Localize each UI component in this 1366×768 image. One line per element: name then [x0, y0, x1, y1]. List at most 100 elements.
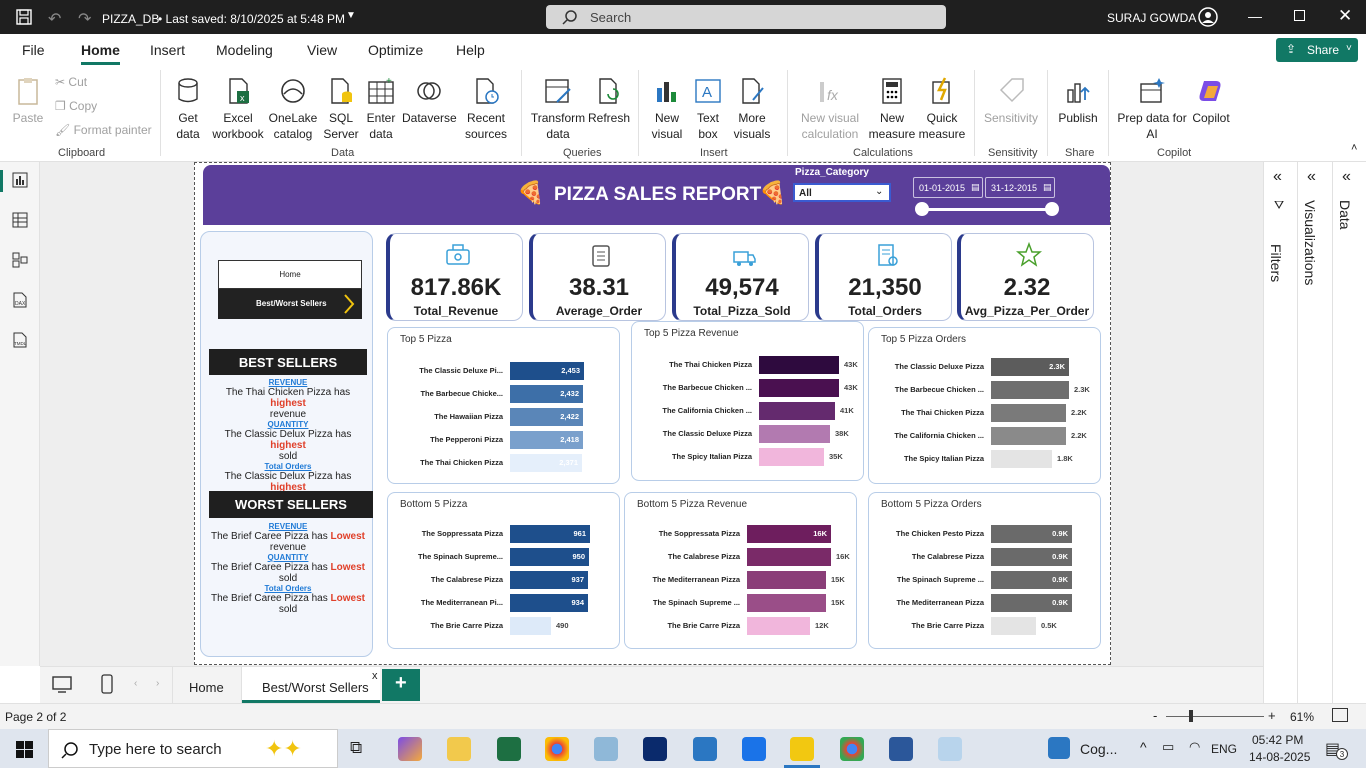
bar[interactable] [747, 594, 826, 612]
bar-row[interactable]: The Barbecue Chicken ... 2.3K [869, 381, 1100, 399]
network-icon[interactable]: ▭ [1162, 739, 1174, 755]
menu-file[interactable]: File [22, 42, 45, 58]
bar[interactable] [759, 379, 839, 397]
copilot-taskbar-icon[interactable] [398, 737, 422, 761]
search-box[interactable]: Search [546, 5, 946, 29]
bar-row[interactable]: The Thai Chicken Pizza 2.2K [869, 404, 1100, 422]
bar-row[interactable]: The Pepperoni Pizza 2,418 [388, 431, 619, 449]
sensitivity-button[interactable]: Sensitivity [982, 76, 1040, 126]
sql-button[interactable]: SQL Server [322, 76, 360, 142]
power-bi-icon[interactable] [790, 737, 814, 761]
menu-modeling[interactable]: Modeling [216, 42, 273, 58]
new-visual-calc-button[interactable]: fx New visual calculation [795, 76, 865, 142]
bar-row[interactable]: The Brie Carre Pizza 0.5K [869, 617, 1100, 635]
copy-button[interactable]: ❐ Copy [55, 98, 97, 114]
chart-bottom5-pizza-orders[interactable]: Bottom 5 Pizza Orders The Chicken Pesto P… [868, 492, 1101, 649]
bar-row[interactable]: The Classic Deluxe Pizza 2.3K [869, 358, 1100, 376]
transform-data-button[interactable]: Transform data [530, 76, 586, 142]
bar[interactable] [759, 448, 824, 466]
bar-row[interactable]: The Thai Chicken Pizza 2,371 [388, 454, 619, 472]
windows-start-icon[interactable] [16, 741, 33, 758]
redo-icon[interactable]: ↷ [78, 9, 91, 29]
bar-row[interactable]: The Classic Deluxe Pi... 2,453 [388, 362, 619, 380]
tmdl-view-icon[interactable]: TMDL [12, 332, 28, 348]
new-visual-button[interactable]: New visual [646, 76, 688, 142]
get-data-button[interactable]: Get data [168, 76, 208, 142]
excel-taskbar-icon[interactable] [497, 737, 521, 761]
bar[interactable] [759, 356, 839, 374]
bar-row[interactable]: The Brie Carre Pizza 12K [625, 617, 856, 635]
kpi-avg-pizza-per-order[interactable]: 2.32 Avg_Pizza_Per_Order [957, 233, 1094, 321]
publish-button[interactable]: Publish [1056, 76, 1100, 126]
bar-row[interactable]: The Spicy Italian Pizza 35K [632, 448, 863, 466]
onelake-button[interactable]: OneLake catalog [266, 76, 320, 142]
bar-row[interactable]: The Calabrese Pizza 937 [388, 571, 619, 589]
quick-measure-button[interactable]: Quick measure [918, 76, 966, 142]
text-box-button[interactable]: A Text box [690, 76, 726, 142]
bar[interactable] [510, 617, 551, 635]
menu-insert[interactable]: Insert [150, 42, 185, 58]
data-pane[interactable]: « Data [1333, 162, 1366, 703]
paste-button[interactable]: Paste [8, 76, 48, 126]
zoom-in-icon[interactable]: + [1268, 708, 1276, 723]
chevrons-left-icon[interactable]: « [1307, 168, 1316, 186]
chart-top5-pizza[interactable]: Top 5 Pizza The Classic Deluxe Pi... 2,453… [387, 327, 620, 484]
refresh-button[interactable]: Refresh [588, 76, 630, 126]
date-start-field[interactable]: 01-01-2015 ▤ [913, 177, 983, 198]
bar[interactable] [747, 571, 826, 589]
bar[interactable] [747, 617, 810, 635]
nav-home-button[interactable]: Home [218, 260, 362, 289]
tab-best-worst-sellers[interactable]: Best/Worst Sellers x [242, 667, 380, 703]
recent-sources-button[interactable]: Recent sources [458, 76, 514, 142]
cut-button[interactable]: ✂ Cut [55, 74, 87, 90]
more-visuals-button[interactable]: More visuals [728, 76, 776, 142]
menu-home[interactable]: Home [81, 42, 120, 58]
chevron-down-icon[interactable]: ▼ [346, 10, 356, 21]
bar-row[interactable]: The California Chicken ... 2.2K [869, 427, 1100, 445]
kpi-total-pizza-sold[interactable]: 49,574 Total_Pizza_Sold [672, 233, 809, 321]
bar[interactable] [991, 427, 1066, 445]
bar[interactable] [991, 450, 1052, 468]
enter-data-button[interactable]: + Enter data [362, 76, 400, 142]
user-name[interactable]: SURAJ GOWDA [1107, 11, 1196, 25]
bar-row[interactable]: The Mediterranean Pizza 15K [625, 571, 856, 589]
date-slider-start-handle[interactable] [915, 202, 929, 216]
minimize-icon[interactable]: — [1248, 8, 1262, 24]
bar-row[interactable]: The Barbecue Chicken ... 43K [632, 379, 863, 397]
bar-row[interactable]: The Spinach Supreme ... 15K [625, 594, 856, 612]
dataverse-button[interactable]: Dataverse [402, 76, 457, 126]
app-icon[interactable] [742, 737, 766, 761]
language-indicator[interactable]: ENG [1211, 742, 1237, 756]
bar-row[interactable]: The Mediterranean Pizza 0.9K [869, 594, 1100, 612]
chart-top5-pizza-orders[interactable]: Top 5 Pizza Orders The Classic Deluxe Piz… [868, 327, 1101, 484]
bar-row[interactable]: The Mediterranean Pi... 934 [388, 594, 619, 612]
bar[interactable] [759, 402, 835, 420]
app-icon[interactable] [594, 737, 618, 761]
close-tab-icon[interactable]: x [372, 670, 378, 682]
prep-ai-button[interactable]: Prep data for AI [1116, 76, 1188, 142]
paint-icon[interactable] [938, 737, 962, 761]
bar-row[interactable]: The Chicken Pesto Pizza 0.9K [869, 525, 1100, 543]
copilot-button[interactable]: Copilot [1190, 76, 1232, 126]
chart-bottom5-pizza-revenue[interactable]: Bottom 5 Pizza Revenue The Soppressata Pi… [624, 492, 857, 649]
undo-icon[interactable]: ↶ [48, 9, 61, 29]
task-view-icon[interactable]: ⧉ [350, 738, 362, 758]
chart-top5-pizza-revenue[interactable]: Top 5 Pizza Revenue The Thai Chicken Pizz… [631, 321, 864, 481]
chevrons-left-icon[interactable]: « [1342, 168, 1351, 186]
menu-view[interactable]: View [307, 42, 337, 58]
bar-row[interactable]: The Brie Carre Pizza 490 [388, 617, 619, 635]
kpi-total-revenue[interactable]: 817.86K Total_Revenue [386, 233, 523, 321]
bar-row[interactable]: The Thai Chicken Pizza 43K [632, 356, 863, 374]
kpi-total-orders[interactable]: 21,350 Total_Orders [815, 233, 952, 321]
bar[interactable] [759, 425, 830, 443]
bar-row[interactable]: The Calabrese Pizza 16K [625, 548, 856, 566]
clock-time[interactable]: 05:42 PM [1252, 733, 1303, 747]
bar[interactable] [747, 548, 831, 566]
new-measure-button[interactable]: New measure [868, 76, 916, 142]
bar-row[interactable]: The Hawaiian Pizza 2,422 [388, 408, 619, 426]
date-end-field[interactable]: 31-12-2015 ▤ [985, 177, 1055, 198]
chrome-icon[interactable] [545, 737, 569, 761]
bar-row[interactable]: The Spinach Supreme... 950 [388, 548, 619, 566]
share-button[interactable]: ⇪ Share ˅ [1276, 38, 1358, 62]
close-icon[interactable]: ✕ [1338, 6, 1352, 26]
